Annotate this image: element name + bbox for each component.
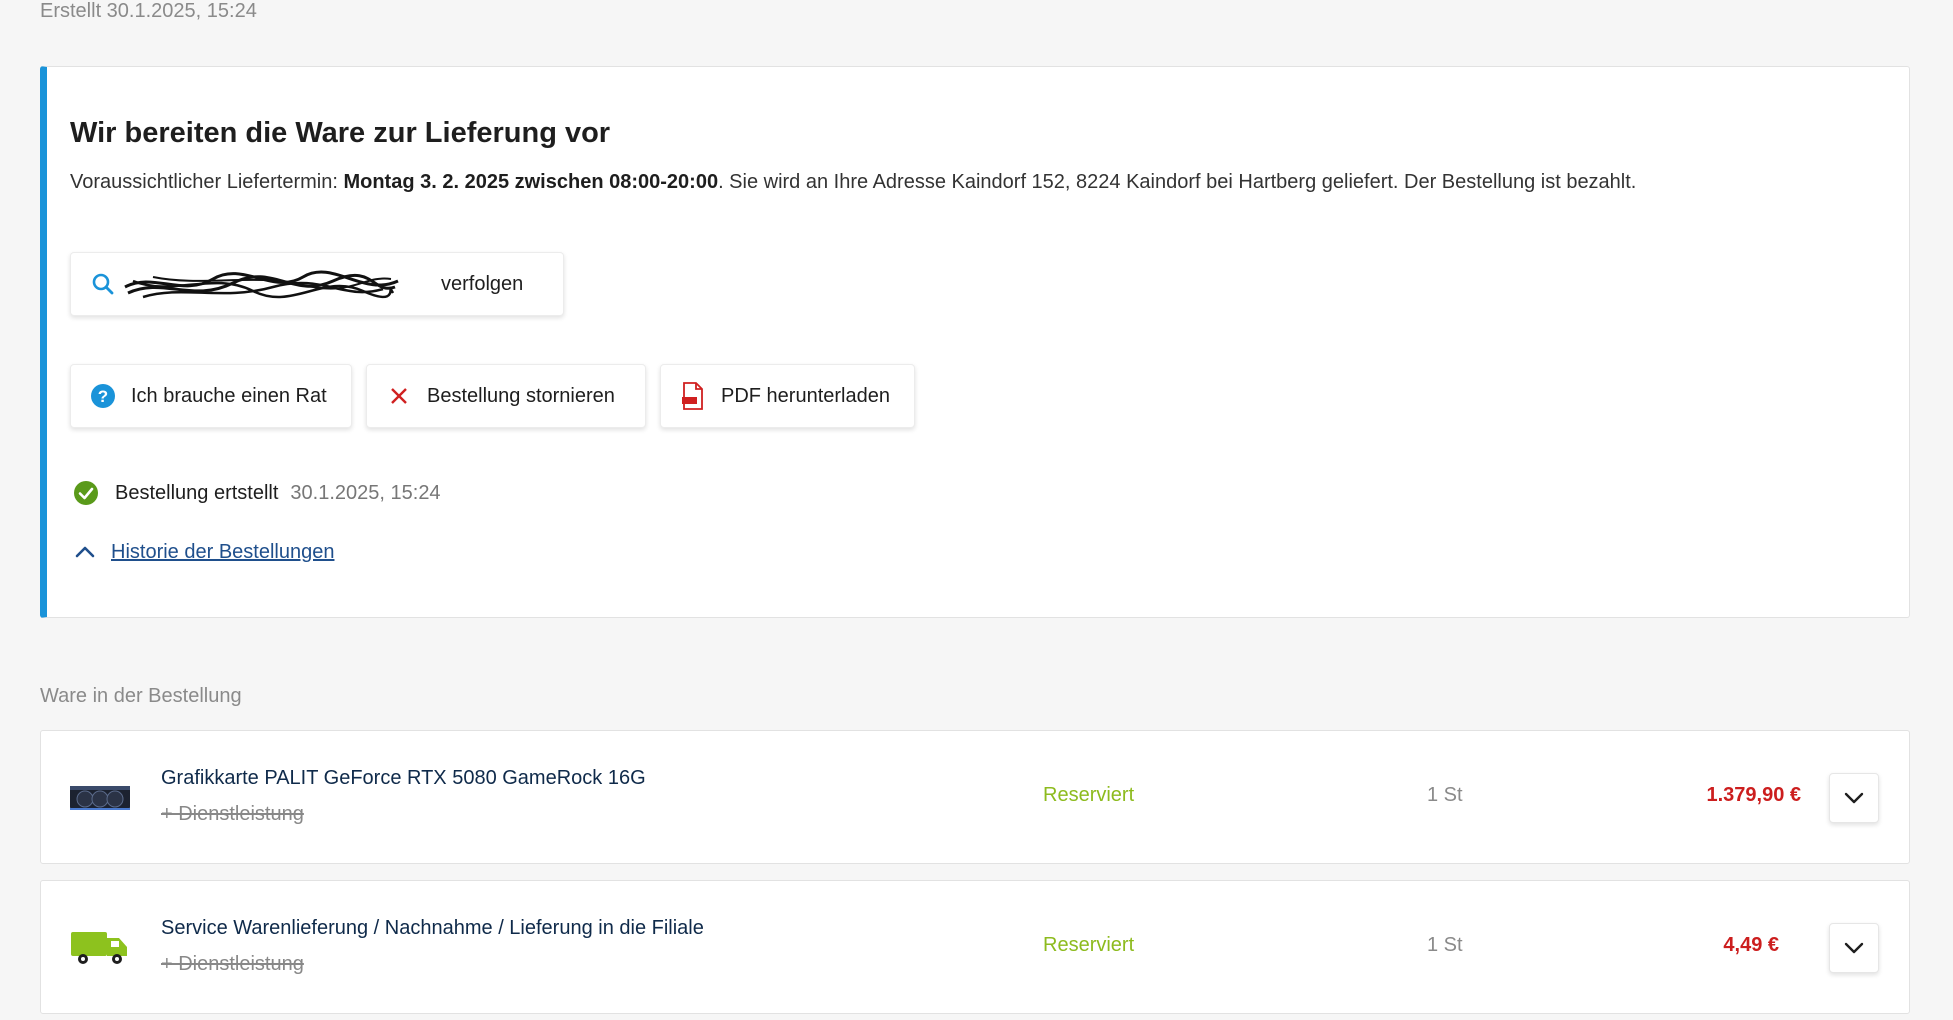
pdf-file-icon [679,382,707,410]
item-price: 1.379,90 € [1706,784,1801,806]
cancel-order-label: Bestellung stornieren [427,384,615,407]
status-title: Wir bereiten die Ware zur Lieferung vor [70,117,611,149]
close-icon [385,382,413,410]
order-item-row: Grafikkarte PALIT GeForce RTX 5080 GameR… [40,730,1910,864]
item-price: 4,49 € [1723,934,1779,956]
chevron-down-icon [1844,792,1864,804]
delivery-desc-suffix: . Sie wird an Ihre Adresse Kaindorf 152,… [718,171,1637,193]
order-created-date: Erstellt 30.1.2025, 15:24 [40,0,257,22]
item-quantity: 1 St [1427,784,1463,806]
need-advice-label: Ich brauche einen Rat [131,384,327,407]
svg-text:?: ? [98,387,108,406]
redaction-scribble-icon [124,270,399,299]
delivery-description: Voraussichtlicher Liefertermin: Montag 3… [70,171,1636,194]
item-status: Reserviert [1043,784,1135,806]
item-service: + Dienstleistung [161,803,304,825]
order-history-link[interactable]: Historie der Bestellungen [111,541,334,564]
item-quantity: 1 St [1427,934,1463,956]
timeline-timestamp: 30.1.2025, 15:24 [290,481,441,504]
cancel-order-button[interactable]: Bestellung stornieren [366,364,646,428]
delivery-truck-icon [69,923,131,973]
help-question-icon: ? [89,382,117,410]
item-service: + Dienstleistung [161,953,304,975]
order-timeline-entry: Bestellung ertstellt 30.1.2025, 15:24 [73,480,441,506]
download-pdf-button[interactable]: PDF herunterladen [660,364,915,428]
item-status: Reserviert [1043,934,1135,956]
expand-item-button[interactable] [1829,923,1879,973]
track-shipment-button[interactable]: verfolgen [70,252,564,316]
delivery-desc-prefix: Voraussichtlicher Liefertermin: [70,171,344,193]
download-pdf-label: PDF herunterladen [721,384,890,407]
need-advice-button[interactable]: ? Ich brauche einen Rat [70,364,352,428]
graphics-card-thumbnail [69,773,131,823]
order-status-card: Wir bereiten die Ware zur Lieferung vor … [40,66,1910,618]
check-circle-icon [74,481,98,505]
order-items-heading: Ware in der Bestellung [40,685,242,707]
order-item-row: Service Warenlieferung / Nachnahme / Lie… [40,880,1910,1014]
delivery-date: Montag 3. 2. 2025 zwischen 08:00-20:00 [343,171,719,193]
chevron-down-icon [1844,942,1864,954]
item-name-link[interactable]: Grafikkarte PALIT GeForce RTX 5080 GameR… [161,767,646,790]
order-history-toggle[interactable]: Historie der Bestellungen [73,540,334,564]
item-name-link[interactable]: Service Warenlieferung / Nachnahme / Lie… [161,917,704,940]
timeline-event-label: Bestellung ertstellt [115,481,279,504]
search-icon [89,270,117,298]
track-label: verfolgen [441,272,524,295]
order-detail-page: Erstellt 30.1.2025, 15:24 Wir bereiten d… [0,0,1953,1020]
chevron-up-icon [75,546,95,558]
expand-item-button[interactable] [1829,773,1879,823]
